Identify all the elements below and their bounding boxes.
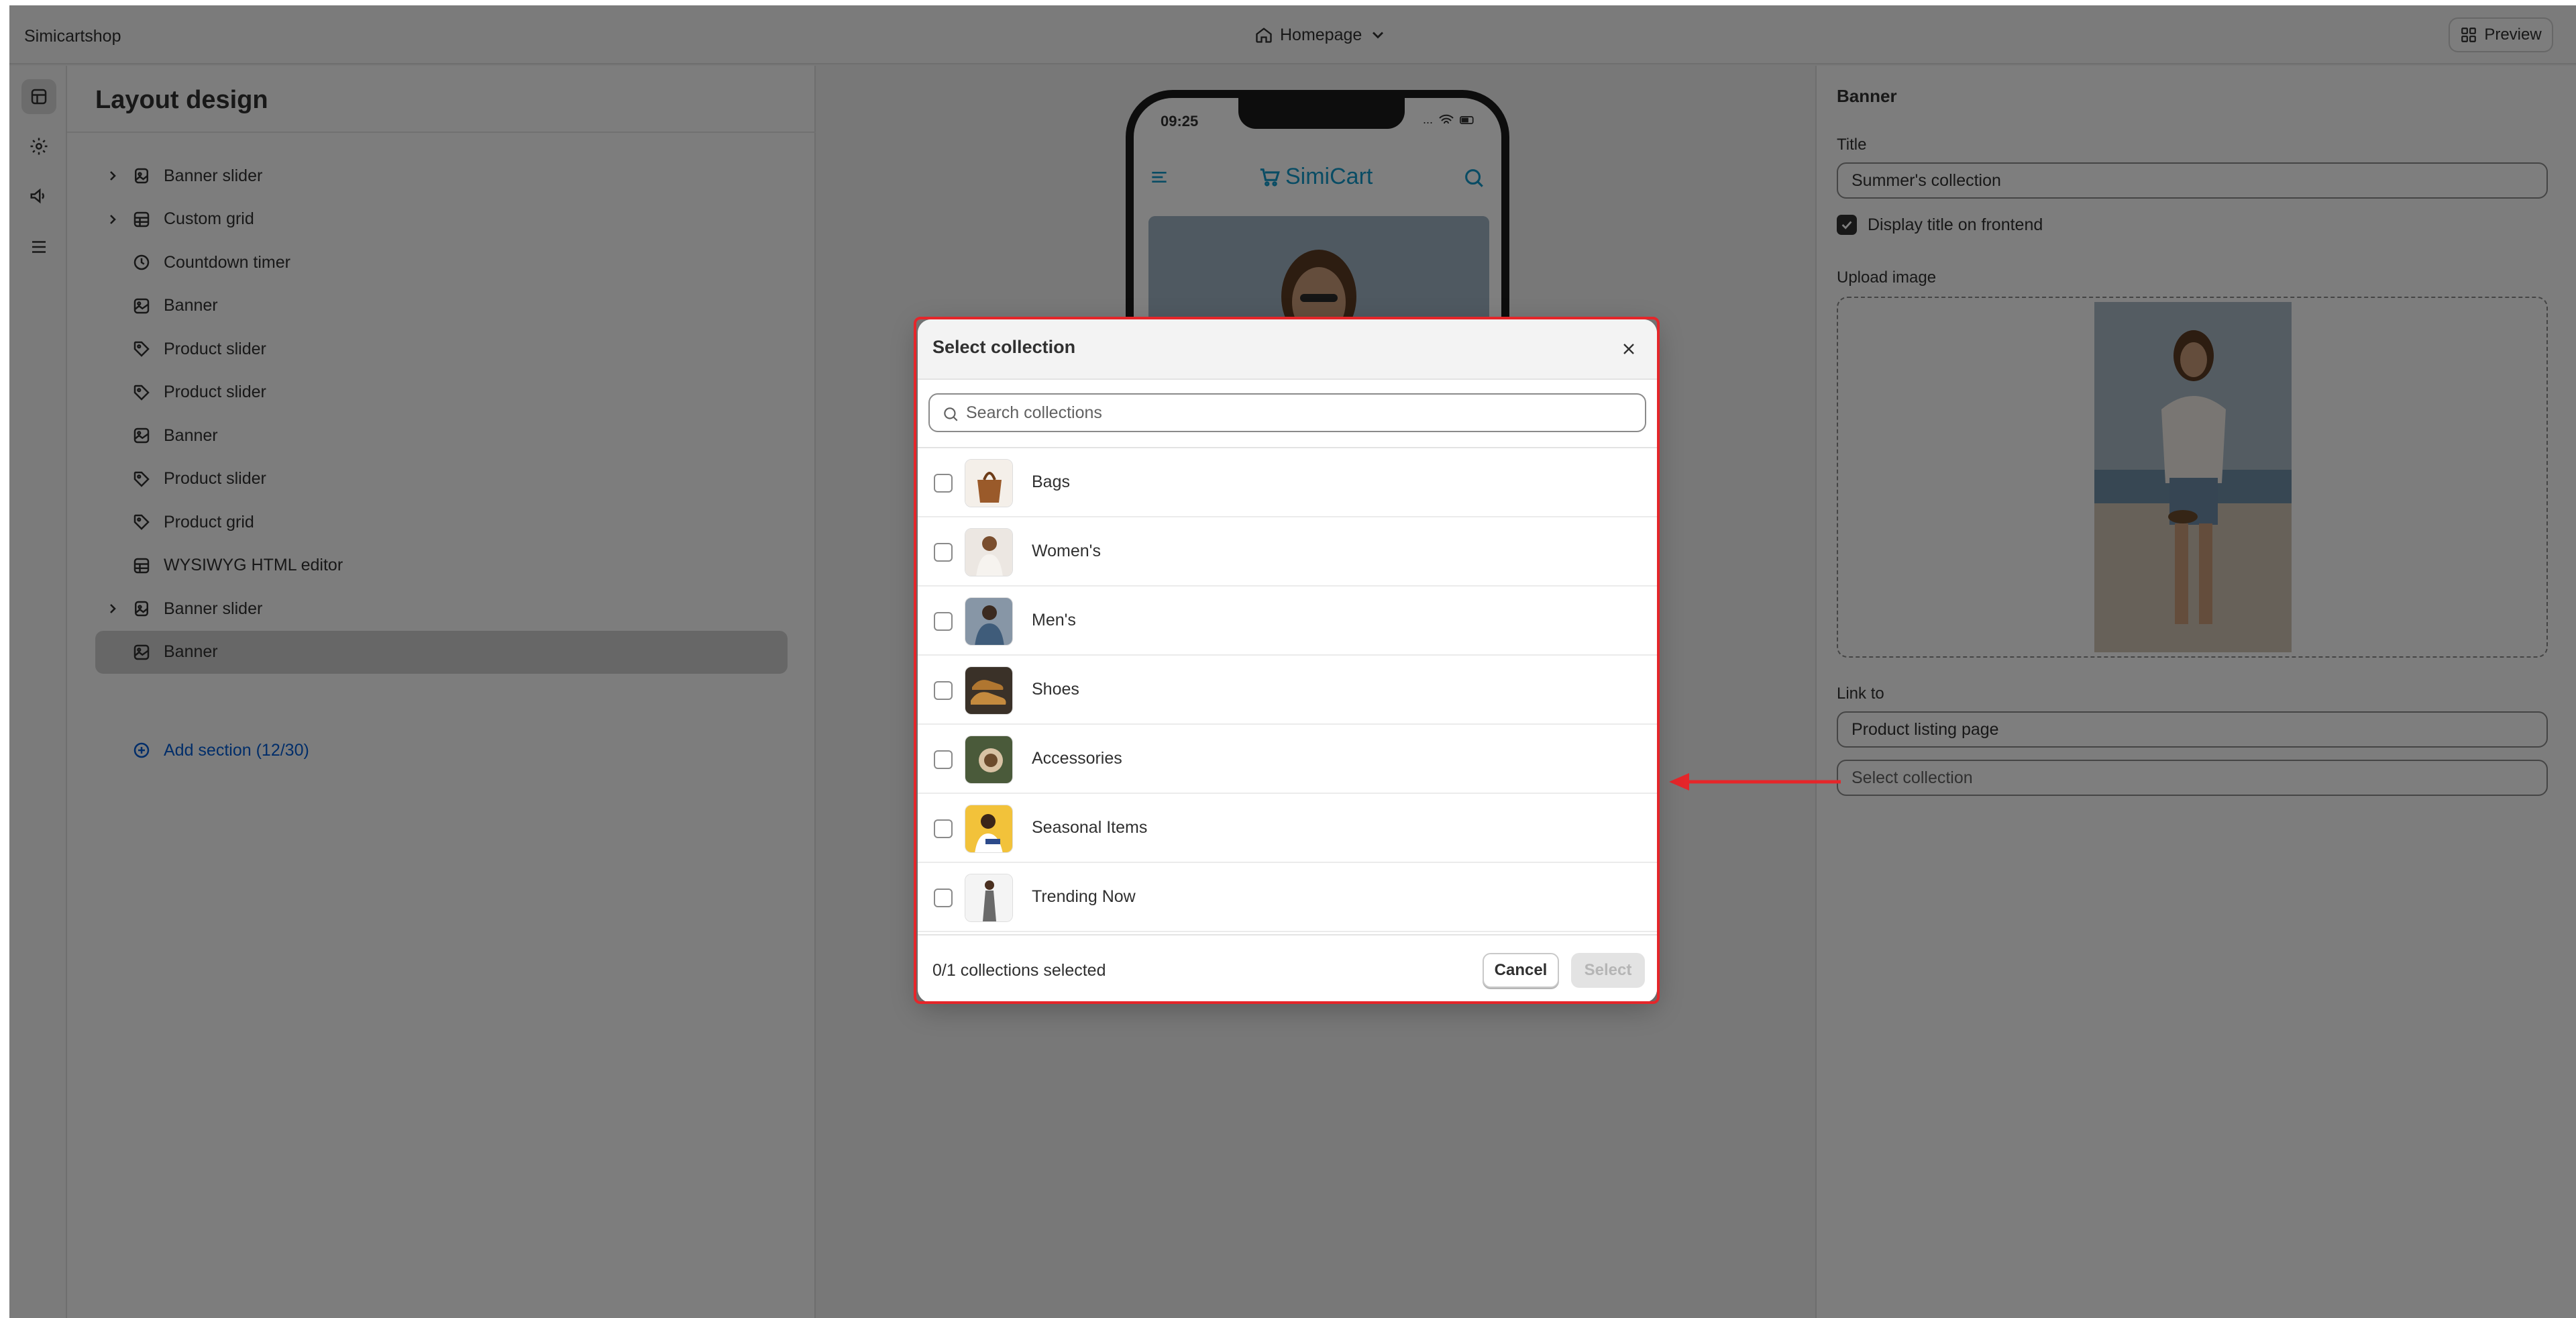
collection-row[interactable]: Men's bbox=[918, 587, 1657, 656]
shoes-photo-icon bbox=[965, 667, 1012, 714]
collection-name: Bags bbox=[1032, 472, 1070, 491]
search-collections-input[interactable] bbox=[966, 403, 1570, 423]
app-window: Simicartshop Homepage Preview Layout des… bbox=[0, 0, 2576, 1318]
collection-row[interactable]: Accessories bbox=[918, 725, 1657, 794]
collection-checkbox[interactable] bbox=[934, 612, 953, 631]
trending-photo-icon bbox=[965, 874, 1012, 921]
frame-edge-top bbox=[0, 0, 2576, 5]
women-photo-icon bbox=[965, 529, 1012, 576]
search-icon bbox=[944, 407, 958, 421]
selected-count: 0/1 collections selected bbox=[932, 961, 1106, 980]
collection-checkbox[interactable] bbox=[934, 543, 953, 562]
close-icon bbox=[1623, 344, 1634, 354]
cancel-button[interactable]: Cancel bbox=[1483, 953, 1559, 988]
collection-name: Trending Now bbox=[1032, 887, 1136, 906]
search-collections-field[interactable] bbox=[928, 393, 1646, 432]
frame-edge-left bbox=[0, 0, 9, 1318]
collection-name: Shoes bbox=[1032, 680, 1079, 699]
select-collection-modal: Select collection Bags bbox=[918, 319, 1657, 1003]
collection-row[interactable]: Seasonal Items bbox=[918, 794, 1657, 863]
collection-row[interactable]: Shoes bbox=[918, 656, 1657, 725]
modal-header: Select collection bbox=[918, 319, 1657, 380]
collection-checkbox[interactable] bbox=[934, 750, 953, 769]
collection-thumbnail bbox=[965, 874, 1013, 922]
annotation-arrow-icon bbox=[1669, 773, 1841, 791]
modal-search-area bbox=[918, 380, 1657, 448]
modal-footer: 0/1 collections selected Cancel Select bbox=[918, 934, 1657, 1003]
modal-title: Select collection bbox=[932, 337, 1076, 357]
collection-name: Men's bbox=[1032, 611, 1076, 629]
collection-thumbnail bbox=[965, 666, 1013, 715]
collection-checkbox[interactable] bbox=[934, 474, 953, 493]
collection-thumbnail bbox=[965, 805, 1013, 853]
collection-row[interactable]: Trending Now bbox=[918, 863, 1657, 932]
bag-photo-icon bbox=[965, 460, 1012, 507]
collection-name: Seasonal Items bbox=[1032, 818, 1148, 837]
seasonal-photo-icon bbox=[965, 805, 1012, 852]
collection-thumbnail bbox=[965, 528, 1013, 576]
collection-row[interactable]: Women's bbox=[918, 517, 1657, 587]
collection-thumbnail bbox=[965, 459, 1013, 507]
collection-list: Bags Women's Men's Shoes Accessories Sea… bbox=[918, 448, 1657, 932]
collection-checkbox[interactable] bbox=[934, 819, 953, 838]
collection-thumbnail bbox=[965, 597, 1013, 646]
collection-thumbnail bbox=[965, 736, 1013, 784]
collection-checkbox[interactable] bbox=[934, 889, 953, 907]
accessories-photo-icon bbox=[965, 736, 1012, 783]
collection-name: Women's bbox=[1032, 542, 1101, 560]
collection-name: Accessories bbox=[1032, 749, 1122, 768]
collection-row[interactable]: Bags bbox=[918, 448, 1657, 517]
collection-checkbox[interactable] bbox=[934, 681, 953, 700]
men-photo-icon bbox=[965, 598, 1012, 645]
modal-close-button[interactable] bbox=[1614, 334, 1644, 364]
select-button[interactable]: Select bbox=[1571, 953, 1645, 988]
